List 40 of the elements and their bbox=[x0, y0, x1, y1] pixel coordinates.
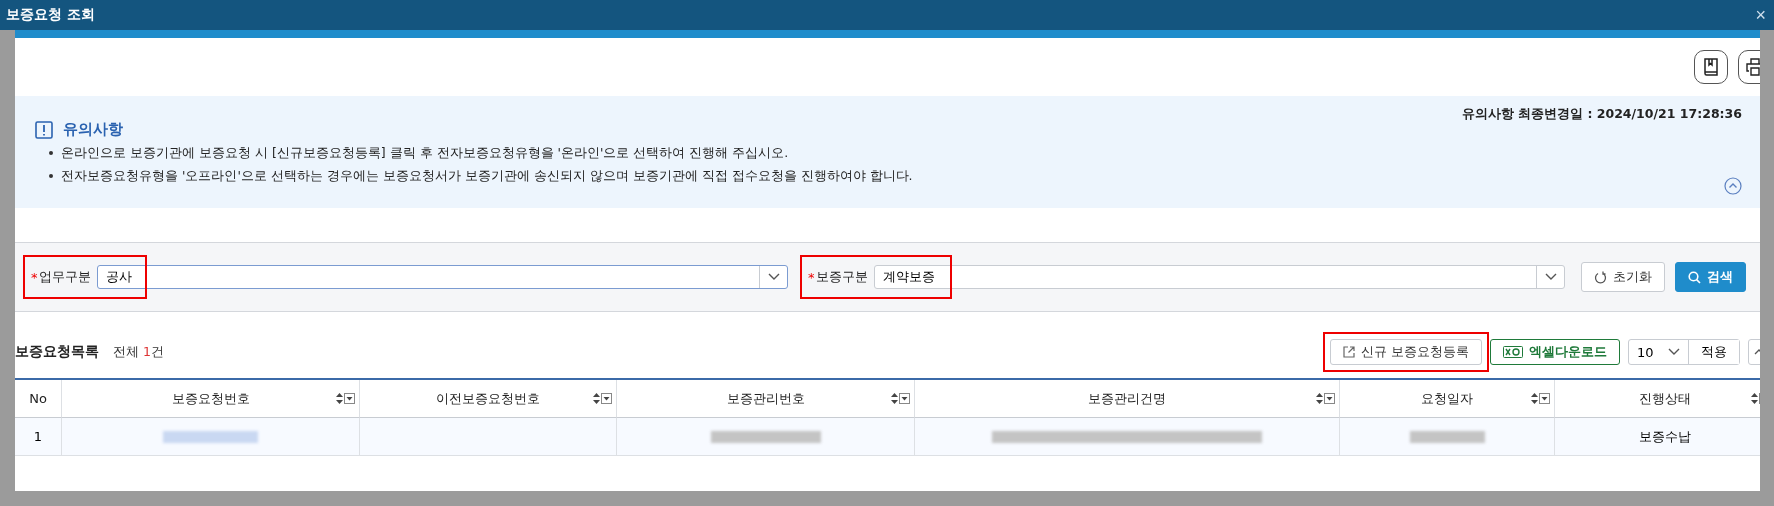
manual-button[interactable] bbox=[1694, 50, 1728, 84]
search-icon bbox=[1688, 270, 1701, 284]
sort-filter-icon[interactable] bbox=[1531, 393, 1550, 404]
sort-filter-icon[interactable] bbox=[336, 393, 355, 404]
bullet-dot bbox=[49, 174, 53, 178]
refresh-icon bbox=[1594, 270, 1607, 284]
reset-button[interactable]: 초기화 bbox=[1581, 262, 1665, 292]
field-label: 업무구분 bbox=[38, 268, 91, 286]
select-field[interactable]: 계약보증 bbox=[873, 265, 1565, 289]
required-mark: * bbox=[808, 269, 815, 285]
notice-text: 전자보증요청유형을 '오프라인'으로 선택하는 경우에는 보증요청서가 보증기관에 송신되지 않으며 보증기관에 직접 접수요청을 진행하여야 합니다. bbox=[61, 168, 913, 185]
external-link-icon bbox=[1342, 346, 1355, 358]
total-count: 전체 1건 bbox=[113, 344, 164, 361]
last-modified-text: 유의사항 최종변경일 : 2024/10/21 17:28:36 bbox=[1461, 106, 1742, 123]
chevron-down-icon[interactable] bbox=[767, 273, 780, 281]
required-mark: * bbox=[31, 269, 38, 285]
notice-title: 유의사항 bbox=[63, 120, 123, 139]
exclamation-icon bbox=[35, 120, 53, 139]
book-icon bbox=[1703, 58, 1719, 76]
list-title: 보증요청목록 bbox=[15, 343, 99, 361]
spreadsheet-icon bbox=[1503, 346, 1523, 358]
bullet-dot bbox=[49, 151, 53, 155]
select-field[interactable]: 공사 bbox=[96, 265, 788, 289]
printer-icon bbox=[1746, 58, 1760, 76]
chevron-down-icon[interactable] bbox=[1544, 273, 1557, 281]
table-cell: 보증수납 bbox=[1638, 427, 1691, 446]
chevron-down-icon[interactable] bbox=[1668, 348, 1680, 356]
new-request-button[interactable]: 신규 보증요청등록 bbox=[1329, 339, 1482, 365]
search-button[interactable]: 검색 bbox=[1675, 262, 1746, 292]
page-size-select[interactable]: 10 적용 bbox=[1628, 339, 1740, 365]
excel-download-button[interactable]: 엑셀다운로드 bbox=[1490, 339, 1620, 365]
collapse-icon[interactable] bbox=[1724, 177, 1742, 195]
page-title: 보증요청 조회 bbox=[6, 6, 95, 24]
field-label: 보증구분 bbox=[815, 268, 868, 286]
sort-filter-icon[interactable] bbox=[593, 393, 612, 404]
table-cell: 1 bbox=[33, 429, 43, 444]
notice-text: 온라인으로 보증기관에 보증요청 시 [신규보증요청등록] 클릭 후 전자보증요청유형을 '온라인'으로 선택하여 진행해 주십시오. bbox=[61, 145, 789, 162]
sort-filter-icon[interactable] bbox=[891, 393, 910, 404]
sort-filter-icon[interactable] bbox=[1316, 393, 1335, 404]
close-button[interactable]: × bbox=[1751, 4, 1770, 26]
